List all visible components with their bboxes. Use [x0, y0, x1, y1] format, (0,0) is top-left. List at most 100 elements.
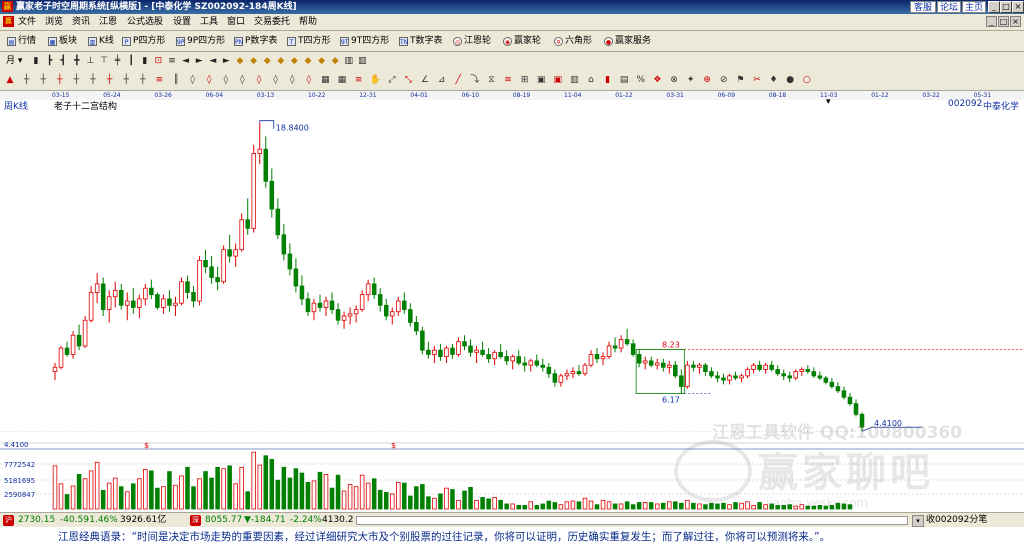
analysis-tool-icon[interactable]: ┼: [137, 74, 149, 86]
analysis-tool-icon[interactable]: ┼: [120, 74, 132, 86]
menu-file[interactable]: 文件: [18, 14, 36, 30]
drawing-tool-icon[interactable]: ►: [220, 55, 232, 67]
analysis-tool-icon[interactable]: ≋: [502, 74, 514, 86]
menu-browse[interactable]: 浏览: [45, 14, 63, 30]
toolbar-button-5[interactable]: PN P数字表: [234, 34, 277, 48]
analysis-tool-icon[interactable]: ⊗: [668, 74, 680, 86]
toolbar-button-3[interactable]: P P四方形: [122, 34, 165, 48]
analysis-tool-icon[interactable]: %: [635, 74, 647, 86]
status-menu-icon[interactable]: ▾: [912, 515, 924, 527]
analysis-tool-icon[interactable]: ⧖: [485, 74, 497, 86]
drawing-tool-icon[interactable]: ┫: [57, 55, 69, 67]
drawing-tool-icon[interactable]: ╋: [71, 55, 83, 67]
menu-help[interactable]: 帮助: [299, 14, 317, 30]
link-support[interactable]: 客服: [910, 1, 936, 13]
analysis-tool-icon[interactable]: ◊: [220, 74, 232, 86]
analysis-tool-icon[interactable]: ▦: [336, 74, 348, 86]
analysis-tool-icon[interactable]: ≡: [153, 74, 165, 86]
toolbar-button-0[interactable]: ▤ 行情: [7, 34, 36, 48]
analysis-tool-icon[interactable]: ▮: [602, 74, 614, 86]
drawing-tool-icon[interactable]: ⊥: [84, 55, 96, 67]
analysis-tool-icon[interactable]: ⊞: [519, 74, 531, 86]
drawing-tool-icon[interactable]: ⊡: [152, 55, 164, 67]
shenzhen-index-icon[interactable]: 深: [190, 515, 201, 526]
analysis-tool-icon[interactable]: ⚑: [734, 74, 746, 86]
analysis-tool-icon[interactable]: ▲: [4, 74, 16, 86]
analysis-tool-icon[interactable]: ◊: [203, 74, 215, 86]
toolbar-button-8[interactable]: TN T数字表: [399, 34, 443, 48]
analysis-tool-icon[interactable]: ◊: [236, 74, 248, 86]
drawing-tool-icon[interactable]: ▥: [356, 55, 368, 67]
analysis-tool-icon[interactable]: ◊: [187, 74, 199, 86]
drawing-tool-icon[interactable]: ▮: [139, 55, 151, 67]
analysis-tool-icon[interactable]: ◊: [253, 74, 265, 86]
analysis-tool-icon[interactable]: ⊕: [701, 74, 713, 86]
analysis-tool-icon[interactable]: ◊: [270, 74, 282, 86]
analysis-tool-icon[interactable]: ❖: [651, 74, 663, 86]
analysis-tool-icon[interactable]: ◊: [303, 74, 315, 86]
toolbar-button-6[interactable]: T T四方形: [287, 34, 331, 48]
chart-area[interactable]: 18.8400 8.23 6.17 4.4100 4.4100 7772542 518169…: [0, 97, 1024, 512]
toolbar-button-11[interactable]: ✡ 六角形: [554, 34, 592, 48]
app-icon[interactable]: 赢: [2, 1, 13, 12]
drawing-tool-icon[interactable]: ⊤: [98, 55, 110, 67]
drawing-tool-icon[interactable]: ◆: [302, 55, 314, 67]
analysis-tool-icon[interactable]: ⊘: [718, 74, 730, 86]
menu-info[interactable]: 资讯: [72, 14, 90, 30]
drawing-tool-icon[interactable]: ◆: [329, 55, 341, 67]
analysis-tool-icon[interactable]: ✋: [369, 74, 381, 86]
dropdown-arrow-icon[interactable]: ▾: [826, 97, 831, 107]
mdi-minimize-button[interactable]: _: [986, 16, 997, 27]
analysis-tool-icon[interactable]: ║: [170, 74, 182, 86]
menu-trade[interactable]: 交易委托: [254, 14, 290, 30]
mdi-close-button[interactable]: ×: [1010, 16, 1021, 27]
analysis-tool-icon[interactable]: ✂: [751, 74, 763, 86]
analysis-tool-icon[interactable]: ⊿: [436, 74, 448, 86]
menu-tools[interactable]: 工具: [200, 14, 218, 30]
drawing-tool-icon[interactable]: ◆: [234, 55, 246, 67]
status-scrollbar[interactable]: [356, 516, 908, 525]
drawing-tool-icon[interactable]: ►: [193, 55, 205, 67]
link-home[interactable]: 主页: [962, 1, 986, 13]
toolbar-button-7[interactable]: 9T 9T四方形: [340, 34, 389, 48]
analysis-tool-icon[interactable]: ▣: [535, 74, 547, 86]
toolbar-button-4[interactable]: 9P 9P四方形: [176, 34, 225, 48]
analysis-tool-icon[interactable]: ⤢: [386, 74, 398, 86]
drawing-tool-icon[interactable]: ◆: [261, 55, 273, 67]
analysis-tool-icon[interactable]: ⤡: [402, 74, 414, 86]
analysis-tool-icon[interactable]: ┼: [54, 74, 66, 86]
analysis-tool-icon[interactable]: ▥: [568, 74, 580, 86]
toolbar-button-9[interactable]: ◎ 江恩轮: [453, 34, 491, 48]
drawing-tool-icon[interactable]: ◆: [316, 55, 328, 67]
analysis-tool-icon[interactable]: ⤵: [469, 74, 481, 86]
drawing-tool-icon[interactable]: ≡: [166, 55, 178, 67]
analysis-tool-icon[interactable]: ┼: [21, 74, 33, 86]
menu-formula[interactable]: 公式选股: [127, 14, 163, 30]
drawing-tool-icon[interactable]: ◄: [207, 55, 219, 67]
analysis-tool-icon[interactable]: ┼: [37, 74, 49, 86]
drawing-tool-icon[interactable]: ◄: [180, 55, 192, 67]
analysis-tool-icon[interactable]: ┼: [104, 74, 116, 86]
analysis-tool-icon[interactable]: ✦: [685, 74, 697, 86]
drawing-tool-icon[interactable]: ▮: [30, 55, 42, 67]
analysis-tool-icon[interactable]: ●: [784, 74, 796, 86]
menu-gann[interactable]: 江恩: [99, 14, 117, 30]
analysis-tool-icon[interactable]: ▤: [618, 74, 630, 86]
drawing-tool-icon[interactable]: ╪: [112, 55, 124, 67]
maximize-button[interactable]: □: [1000, 1, 1012, 13]
period-select[interactable]: 月 ▾: [6, 54, 22, 68]
toolbar-button-12[interactable]: ● 赢家服务: [604, 34, 651, 48]
analysis-tool-icon[interactable]: ≡: [353, 74, 365, 86]
toolbar-button-1[interactable]: ▦ 板块: [48, 34, 77, 48]
analysis-tool-icon[interactable]: ▣: [552, 74, 564, 86]
drawing-tool-icon[interactable]: ┣: [44, 55, 56, 67]
analysis-tool-icon[interactable]: ╱: [452, 74, 464, 86]
doc-icon[interactable]: 赢: [3, 16, 14, 27]
menu-settings[interactable]: 设置: [173, 14, 191, 30]
analysis-tool-icon[interactable]: ○: [801, 74, 813, 86]
analysis-tool-icon[interactable]: ┼: [87, 74, 99, 86]
analysis-tool-icon[interactable]: ⌂: [585, 74, 597, 86]
drawing-tool-icon[interactable]: ◆: [275, 55, 287, 67]
analysis-tool-icon[interactable]: ◊: [286, 74, 298, 86]
drawing-tool-icon[interactable]: ◆: [248, 55, 260, 67]
